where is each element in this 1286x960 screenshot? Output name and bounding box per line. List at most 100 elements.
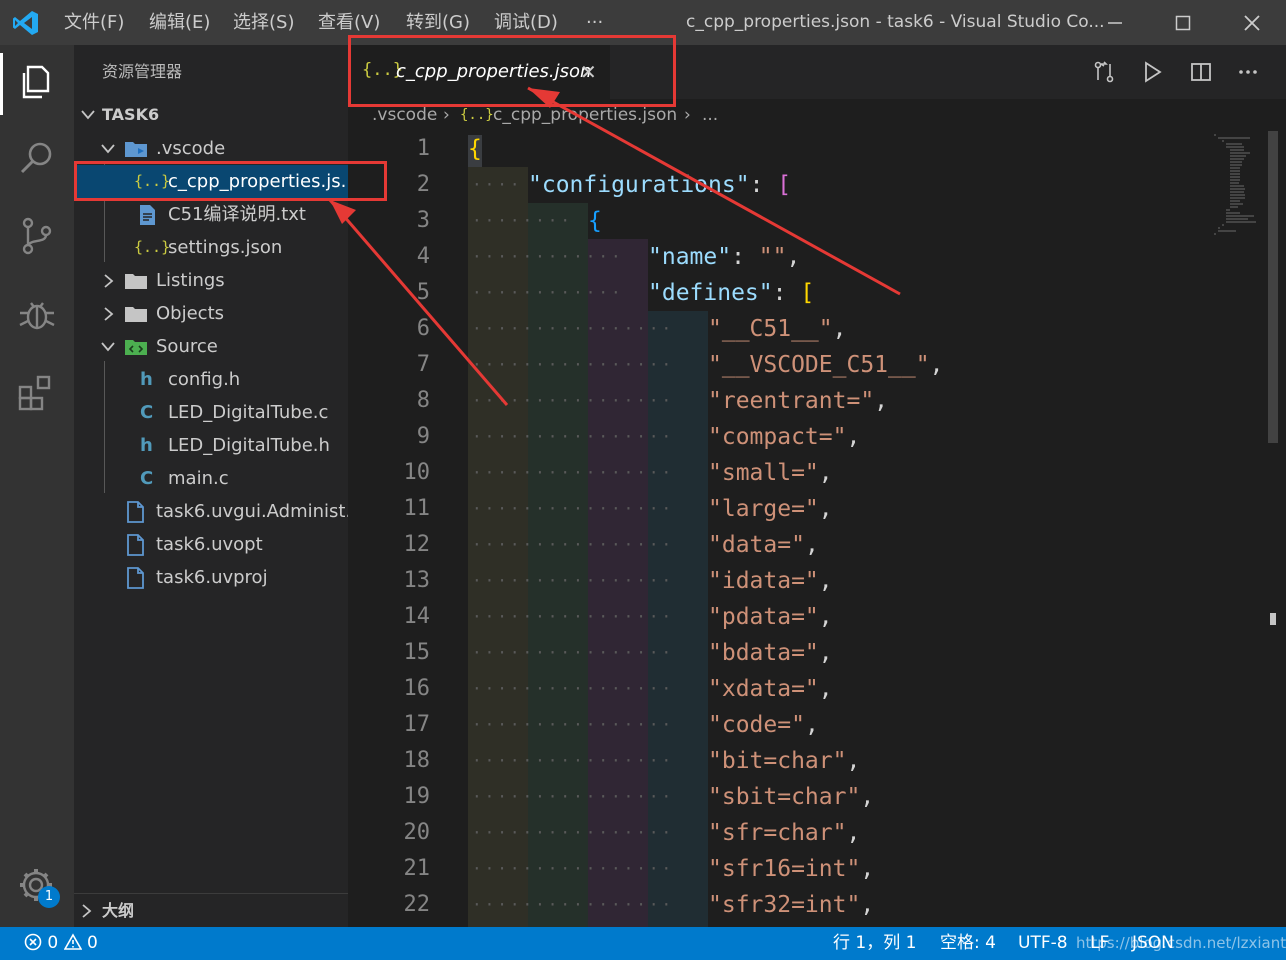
split-editor-button[interactable]	[1181, 45, 1221, 99]
token-p: :	[749, 172, 778, 198]
code-line: "bdata=",	[708, 635, 833, 671]
tree-file-led-digitaltube-c[interactable]: C LED_DigitalTube.c	[74, 396, 348, 429]
breadcrumb-separator: ›	[684, 105, 691, 125]
token-p2: ,	[804, 532, 819, 558]
status-bar: 0 0 行 1，列 1 空格: 4 UTF-8 LF JSON https://…	[0, 927, 1286, 960]
close-icon	[1244, 14, 1260, 31]
annotation-box-tab	[348, 35, 676, 107]
encoding[interactable]: UTF-8	[1018, 927, 1068, 960]
workspace-name: TASK6	[102, 105, 160, 124]
chevron-right-icon	[82, 904, 92, 918]
code-line: "small=",	[708, 455, 833, 491]
token-str: "sfr=char"	[708, 820, 847, 846]
code-line: "sbit=char",	[708, 779, 874, 815]
line-number: 7	[416, 352, 430, 377]
token-key: "configurations"	[528, 172, 750, 198]
explorer-icon[interactable]	[14, 59, 60, 105]
code-editor[interactable]: 1 2 3 4 5 6 7 8 9 10 11 12 13 14 15 16 17 18 19 20 21 22 { ···…	[348, 131, 1286, 927]
token-p2: ,	[860, 784, 875, 810]
workspace-section-header[interactable]: TASK6	[74, 99, 348, 131]
source-control-icon[interactable]	[14, 213, 60, 259]
whitespace-dots: ················	[472, 715, 675, 734]
token-str: "bdata="	[708, 640, 819, 666]
debug-icon[interactable]	[14, 291, 60, 337]
token-key: "defines"	[648, 280, 773, 306]
code-line: "__C51__",	[708, 311, 846, 347]
token-p2: ,	[874, 388, 889, 414]
minimize-icon	[1108, 21, 1122, 24]
tree-file-c51-notes[interactable]: C51编译说明.txt	[74, 198, 348, 231]
chevron-right-icon	[104, 274, 114, 288]
code-line: {	[588, 203, 602, 239]
line-number: 10	[403, 460, 431, 485]
explorer-title: 资源管理器	[102, 62, 183, 81]
tree-file-settings-json[interactable]: {..} settings.json	[74, 231, 348, 264]
tree-file-led-digitaltube-h[interactable]: h LED_DigitalTube.h	[74, 429, 348, 462]
cursor-position[interactable]: 行 1，列 1	[833, 927, 916, 960]
vertical-scrollbar[interactable]	[1268, 131, 1278, 443]
token-str: "sbit=char"	[708, 784, 861, 810]
code-line: {	[468, 131, 482, 167]
text-file-icon	[138, 198, 156, 231]
tree-file-uvopt[interactable]: task6.uvopt	[74, 528, 348, 561]
tree-file-uvproj[interactable]: task6.uvproj	[74, 561, 348, 594]
menu-edit[interactable]: 编辑(E)	[149, 0, 210, 45]
annotation-box-file	[74, 161, 387, 201]
watermark-text: https://blog.csdn.net/lzxiantu	[1076, 934, 1286, 952]
c-source-icon: C	[140, 402, 154, 423]
tree-file-uvgui[interactable]: task6.uvgui.Administ...	[74, 495, 363, 528]
minimap[interactable]	[1210, 131, 1266, 271]
code-line: "defines": [	[648, 275, 814, 311]
whitespace-dots: ················	[472, 895, 675, 914]
token-str: "sfr32=int"	[708, 892, 861, 918]
play-icon	[1145, 61, 1162, 83]
folder-icon	[124, 264, 148, 297]
menu-selection[interactable]: 选择(S)	[233, 0, 294, 45]
generic-file-icon	[126, 561, 144, 594]
tree-folder-objects[interactable]: Objects	[74, 297, 348, 330]
maximize-button[interactable]	[1160, 0, 1206, 45]
line-number-gutter: 1 2 3 4 5 6 7 8 9 10 11 12 13 14 15 16 17 18 19 20 21 22	[348, 131, 458, 927]
extensions-icon[interactable]	[14, 369, 60, 415]
whitespace-dots: ············	[472, 283, 624, 302]
line-number: 17	[403, 712, 431, 737]
tree-file-main-c[interactable]: C main.c	[74, 462, 348, 495]
tree-folder-source[interactable]: Source	[74, 330, 348, 363]
open-changes-button[interactable]	[1084, 45, 1124, 99]
token-b3: {	[588, 208, 602, 234]
line-number: 14	[403, 604, 431, 629]
error-icon	[24, 933, 42, 951]
split-editor-icon	[1191, 63, 1211, 81]
outline-section-header[interactable]: 大纲	[74, 893, 348, 927]
close-window-button[interactable]	[1229, 0, 1275, 45]
whitespace-dots: ····	[472, 175, 523, 194]
code-line: "bit=char",	[708, 743, 860, 779]
whitespace-dots: ········	[472, 211, 574, 230]
tree-label: Objects	[156, 303, 225, 324]
token-str: "pdata="	[708, 604, 819, 630]
token-str: "bit=char"	[708, 748, 847, 774]
compare-changes-icon	[1094, 61, 1114, 83]
minimize-button[interactable]	[1092, 0, 1138, 45]
token-p2: ,	[846, 424, 861, 450]
more-actions-button[interactable]	[1228, 45, 1268, 99]
c-source-icon: C	[140, 468, 154, 489]
tree-file-config-h[interactable]: h config.h	[74, 363, 348, 396]
whitespace-dots: ················	[472, 823, 675, 842]
generic-file-icon	[126, 495, 144, 528]
menu-file[interactable]: 文件(F)	[64, 0, 124, 45]
breadcrumb-more[interactable]: ...	[702, 99, 718, 131]
code-line: "idata=",	[708, 563, 833, 599]
tree-folder-listings[interactable]: Listings	[74, 264, 348, 297]
run-button[interactable]	[1132, 45, 1172, 99]
indentation[interactable]: 空格: 4	[940, 927, 996, 960]
token-str: "__C51__"	[708, 316, 833, 342]
whitespace-dots: ················	[472, 571, 675, 590]
code-line: "code=",	[708, 707, 819, 743]
whitespace-dots: ················	[472, 355, 675, 374]
whitespace-dots: ················	[472, 463, 675, 482]
token-p2: ,	[832, 316, 847, 342]
search-icon[interactable]	[14, 135, 60, 181]
token-p: :	[772, 280, 801, 306]
problems-indicator[interactable]: 0 0	[24, 927, 98, 960]
